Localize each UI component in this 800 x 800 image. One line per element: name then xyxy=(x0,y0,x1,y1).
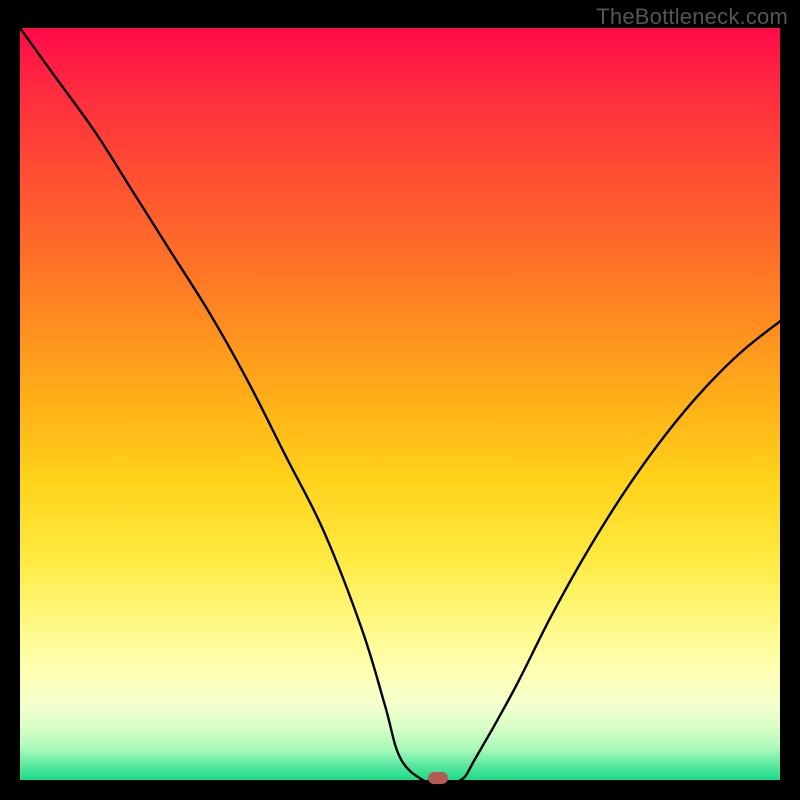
bottleneck-curve xyxy=(20,28,780,780)
watermark-text: TheBottleneck.com xyxy=(596,4,788,30)
plot-area xyxy=(20,28,780,780)
minimum-marker xyxy=(428,772,448,784)
chart-frame: TheBottleneck.com xyxy=(0,0,800,800)
